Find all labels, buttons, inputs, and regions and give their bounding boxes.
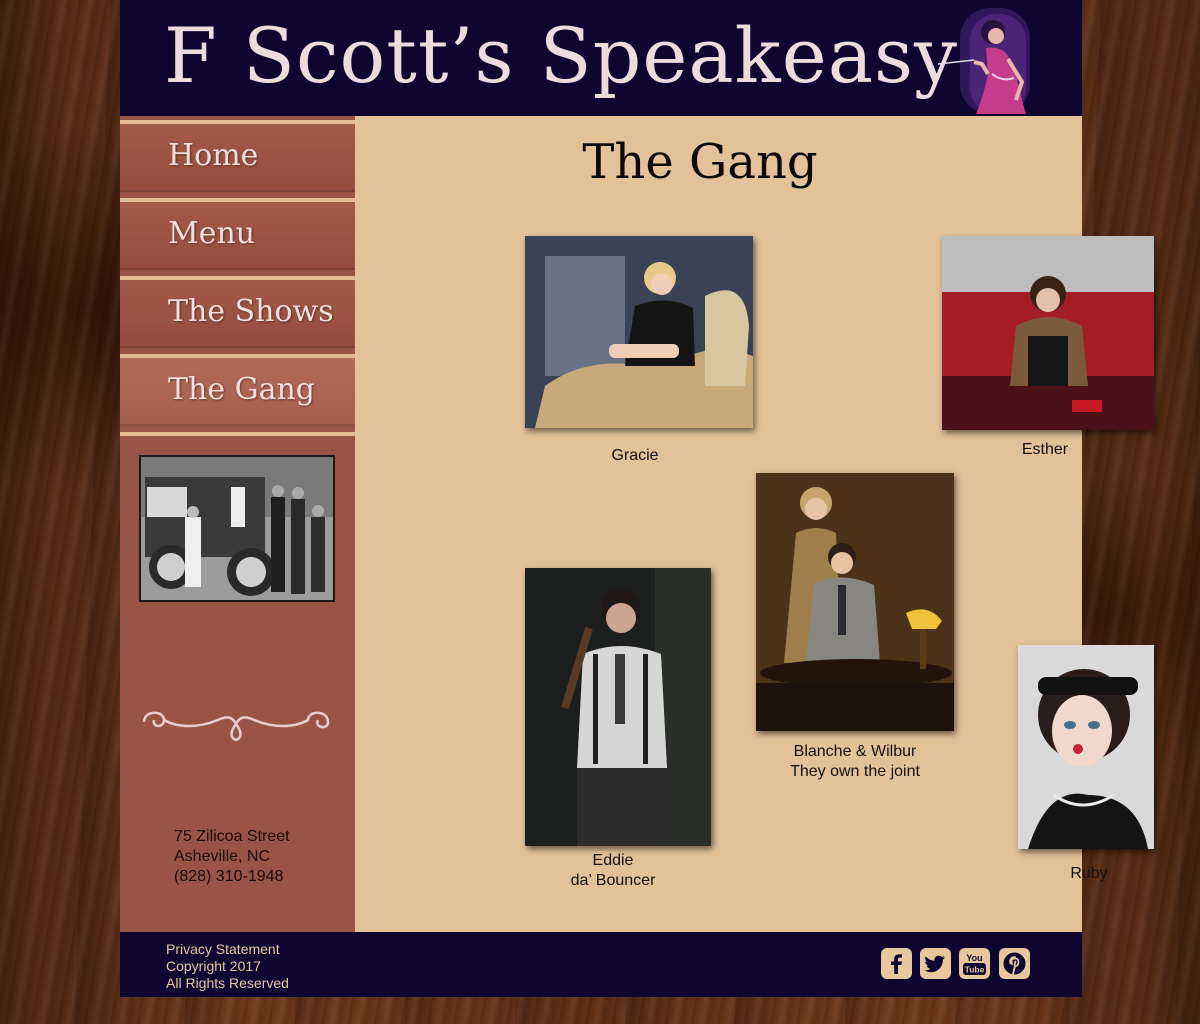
nav-item-home[interactable]: Home [120,120,355,192]
flapper-logo-icon [937,8,1030,114]
copyright-text: Copyright 2017 [166,958,261,974]
address-city: Asheville, NC [174,848,271,865]
sidebar: Home Menu The Shows The Gang 75 Zilicoa … [120,116,355,932]
facebook-icon[interactable] [881,948,912,979]
esther-caption: Esther [1021,441,1069,458]
site-footer: Privacy Statement Copyright 2017 All Rig… [120,932,1082,997]
nav-item-label: Menu [168,216,256,251]
ruby-caption: Ruby [1070,865,1108,882]
esther-photo [942,236,1154,430]
page-container: F Scott’s Speakeasy Home Menu The Shows … [120,0,1154,997]
ornament-flourish-icon [142,711,330,742]
nav-item-menu[interactable]: Menu [120,198,355,270]
business-address: 75 Zilicoa Street Asheville, NC (828) 31… [174,827,290,887]
youtube-icon[interactable]: You Tube [959,948,990,979]
site-title[interactable]: F Scott’s Speakeasy [164,6,958,106]
pinterest-icon[interactable] [999,948,1030,979]
nav-item-the-shows[interactable]: The Shows [120,276,355,348]
nav-item-label: Home [168,138,259,173]
vintage-truck-photo [139,455,335,602]
footer-legal: Privacy Statement Copyright 2017 All Rig… [166,941,289,992]
rights-text: All Rights Reserved [166,975,289,991]
nav-item-the-gang[interactable]: The Gang [120,354,355,426]
gracie-caption: Gracie [611,447,659,464]
main-content: The Gang Gracie Esther Blanche & Wilbur … [355,116,1154,932]
nav-item-label: The Shows [168,294,334,329]
address-phone[interactable]: (828) 310-1948 [174,867,290,887]
svg-text:Tube: Tube [965,965,985,975]
page-title: The Gang [582,134,818,190]
twitter-icon[interactable] [920,948,951,979]
eddie-caption: Eddie da’ Bouncer [570,852,656,889]
privacy-statement-link[interactable]: Privacy Statement [166,941,289,958]
nav-divider [120,432,355,436]
blanche-wilbur-photo [756,473,954,731]
nav-item-label: The Gang [168,372,315,407]
ruby-photo [1018,645,1154,849]
eddie-photo [525,568,711,846]
blanche-wilbur-caption: Blanche & Wilbur They own the joint [790,743,920,780]
address-street: 75 Zilicoa Street [174,828,290,845]
site-header: F Scott’s Speakeasy [120,0,1082,116]
gracie-photo [525,236,753,428]
svg-text:You: You [966,953,982,963]
